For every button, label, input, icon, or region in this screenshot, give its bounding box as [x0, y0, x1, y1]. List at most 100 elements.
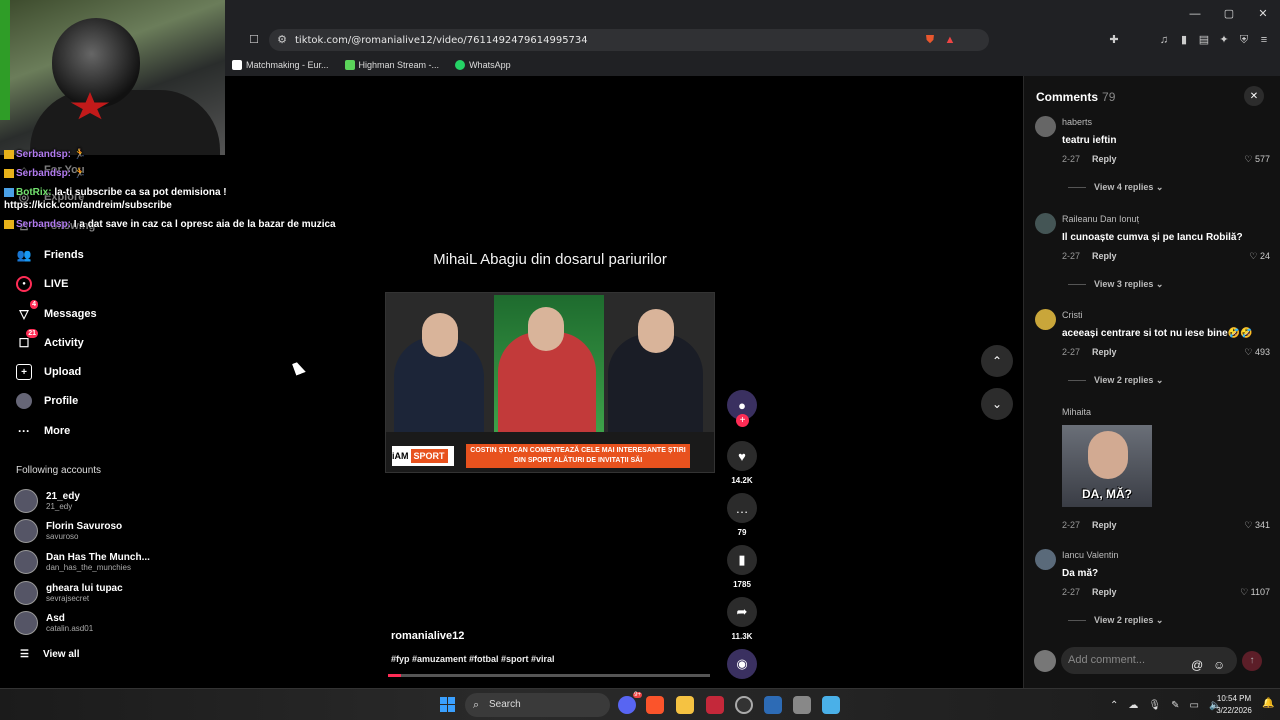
file-explorer-icon[interactable] — [676, 696, 694, 714]
network-icon[interactable]: ▭ — [1189, 700, 1198, 711]
reply-button[interactable]: Reply — [1092, 154, 1117, 164]
comment-user[interactable]: Mihaita — [1062, 407, 1091, 417]
tray-app-icon[interactable]: ☁ — [1128, 700, 1138, 711]
previous-video-button[interactable]: ⌃ — [981, 345, 1013, 377]
close-comments-button[interactable]: ✕ — [1244, 86, 1264, 106]
app-icon[interactable] — [764, 696, 782, 714]
nav-profile[interactable]: Profile — [16, 390, 78, 412]
video-author[interactable]: romanialive12 — [391, 630, 464, 642]
comment-image-sticker[interactable]: DA, MĂ? — [1062, 425, 1152, 507]
bookmark-label: WhatsApp — [469, 59, 511, 70]
logo-text-sport: SPORT — [410, 449, 448, 463]
view-all-link[interactable]: ☰ View all — [20, 649, 79, 660]
video-progress-bar[interactable] — [388, 674, 710, 677]
nav-messages[interactable]: ▽ 4 Messages — [16, 300, 97, 325]
sound-disc[interactable]: ◉ — [727, 649, 757, 679]
obs-app-icon[interactable] — [735, 696, 753, 714]
following-account[interactable]: 21_edy 21_edy — [14, 489, 80, 513]
follow-plus-icon[interactable]: + — [736, 414, 749, 427]
avatar[interactable] — [1035, 309, 1056, 330]
sidebar-icon[interactable]: ▮ — [1177, 33, 1191, 47]
window-controls: — ▢ ✕ — [1178, 0, 1280, 27]
video-player[interactable]: iAM SPORT COSTIN ȘTUCAN COMENTEAZĂ CELE M… — [385, 292, 715, 473]
maximize-button[interactable]: ▢ — [1212, 0, 1246, 27]
save-button[interactable]: ▮ 1785 — [727, 545, 757, 589]
bookmark-matchmaking[interactable]: Matchmaking - Eur... — [232, 59, 329, 70]
brave-rewards-icon[interactable]: ▲ — [943, 33, 957, 47]
reply-button[interactable]: Reply — [1092, 251, 1117, 261]
share-button[interactable]: ➦ 11.3K — [727, 597, 757, 641]
following-account[interactable]: gheara lui tupac sevrajsecret — [14, 581, 123, 605]
following-account[interactable]: Asd catalin.asd01 — [14, 611, 93, 635]
comment-user[interactable]: Cristi — [1062, 310, 1083, 320]
nav-more[interactable]: ··· More — [16, 420, 70, 442]
comment-likes[interactable]: ♡ 577 — [1244, 154, 1270, 165]
leo-ai-icon[interactable]: ✦ — [1217, 33, 1231, 47]
emoji-icon[interactable]: ☺ — [1213, 652, 1225, 679]
site-settings-icon[interactable]: ⚙ — [275, 33, 289, 47]
address-bar[interactable]: ⚙ tiktok.com/@romanialive12/video/761149… — [269, 29, 989, 51]
view-replies-button[interactable]: View 4 replies ⌄ — [1068, 182, 1163, 193]
friends-icon: 👥 — [16, 248, 32, 262]
creator-avatar-button[interactable]: ● + — [727, 390, 757, 427]
video-hashtags[interactable]: #fyp #amuzament #fotbal #sport #viral — [391, 654, 555, 664]
send-comment-button[interactable]: ↑ — [1242, 651, 1262, 671]
music-icon[interactable]: ♫ — [1157, 33, 1171, 47]
avatar[interactable] — [1035, 116, 1056, 137]
bookmark-highman-stream[interactable]: Highman Stream -... — [344, 59, 439, 70]
comment-likes[interactable]: ♡ 1107 — [1240, 587, 1270, 598]
vpn-icon[interactable]: ⛨ — [1237, 33, 1251, 47]
minimize-button[interactable]: — — [1178, 0, 1212, 27]
view-replies-button[interactable]: View 2 replies ⌄ — [1068, 615, 1163, 626]
reply-button[interactable]: Reply — [1092, 520, 1117, 530]
app-icon[interactable] — [706, 696, 724, 714]
webcam-overlay — [0, 0, 225, 155]
bookmark-icon[interactable]: ☐ — [247, 33, 261, 47]
pen-icon[interactable]: ✎ — [1171, 700, 1179, 711]
discord-app-icon[interactable]: 9+ — [618, 692, 642, 714]
save-count: 1785 — [733, 580, 751, 589]
menu-icon[interactable]: ≡ — [1257, 33, 1271, 47]
comment-likes[interactable]: ♡ 493 — [1244, 347, 1270, 358]
following-account[interactable]: Dan Has The Munch... dan_has_the_munchies — [14, 550, 150, 574]
avatar[interactable] — [1035, 549, 1056, 570]
view-replies-button[interactable]: View 3 replies ⌄ — [1068, 279, 1163, 290]
brave-shield-icon[interactable]: ⛊ — [923, 33, 937, 47]
comment-button[interactable]: … 79 — [727, 493, 757, 537]
avatar[interactable] — [1035, 213, 1056, 234]
taskbar-clock[interactable]: 10:54 PM 3/22/2026 — [1208, 693, 1260, 717]
comment-likes[interactable]: ♡ 24 — [1249, 251, 1270, 262]
wallet-icon[interactable]: ▤ — [1197, 33, 1211, 47]
comment-user[interactable]: haberts — [1062, 117, 1092, 127]
mention-icon[interactable]: @ — [1191, 652, 1203, 679]
nav-label: Upload — [44, 366, 82, 378]
extensions-icon[interactable]: ✚ — [1107, 33, 1121, 47]
taskbar-search[interactable]: ⌕ Search — [465, 693, 610, 717]
settings-app-icon[interactable] — [793, 696, 811, 714]
brave-app-icon[interactable] — [646, 696, 664, 714]
chevron-up-icon[interactable]: ⌃ — [1110, 700, 1118, 711]
nav-live[interactable]: ● LIVE — [16, 273, 68, 295]
like-button[interactable]: ♥ 14.2K — [727, 441, 757, 485]
view-replies-button[interactable]: View 2 replies ⌄ — [1068, 375, 1163, 386]
comment-user[interactable]: Raileanu Dan Ionuț — [1062, 214, 1139, 224]
nav-friends[interactable]: 👥 Friends — [16, 244, 84, 266]
next-video-button[interactable]: ⌄ — [981, 388, 1013, 420]
bookmark-whatsapp[interactable]: WhatsApp — [455, 59, 511, 70]
nav-activity[interactable]: ☐ 21 Activity — [16, 329, 84, 354]
notepad-app-icon[interactable] — [822, 696, 840, 714]
bookmark-icon: ▮ — [727, 545, 757, 575]
reply-button[interactable]: Reply — [1092, 587, 1117, 597]
reply-button[interactable]: Reply — [1092, 347, 1117, 357]
microphone-icon[interactable]: 🎙 — [1148, 700, 1161, 711]
comment-input[interactable]: Add comment... @ ☺ — [1061, 647, 1237, 674]
close-button[interactable]: ✕ — [1246, 0, 1280, 27]
comment-user[interactable]: Iancu Valentin — [1062, 550, 1118, 560]
notification-icon[interactable]: 🔔 — [1262, 698, 1274, 709]
progress-fill — [388, 674, 401, 677]
windows-start-button[interactable] — [440, 697, 455, 712]
comment-likes[interactable]: ♡ 341 — [1244, 520, 1270, 531]
nav-upload[interactable]: + Upload — [16, 361, 81, 383]
comment-meta: 2-27 Reply — [1062, 154, 1117, 164]
following-account[interactable]: Florin Savuroso savuroso — [14, 519, 122, 543]
